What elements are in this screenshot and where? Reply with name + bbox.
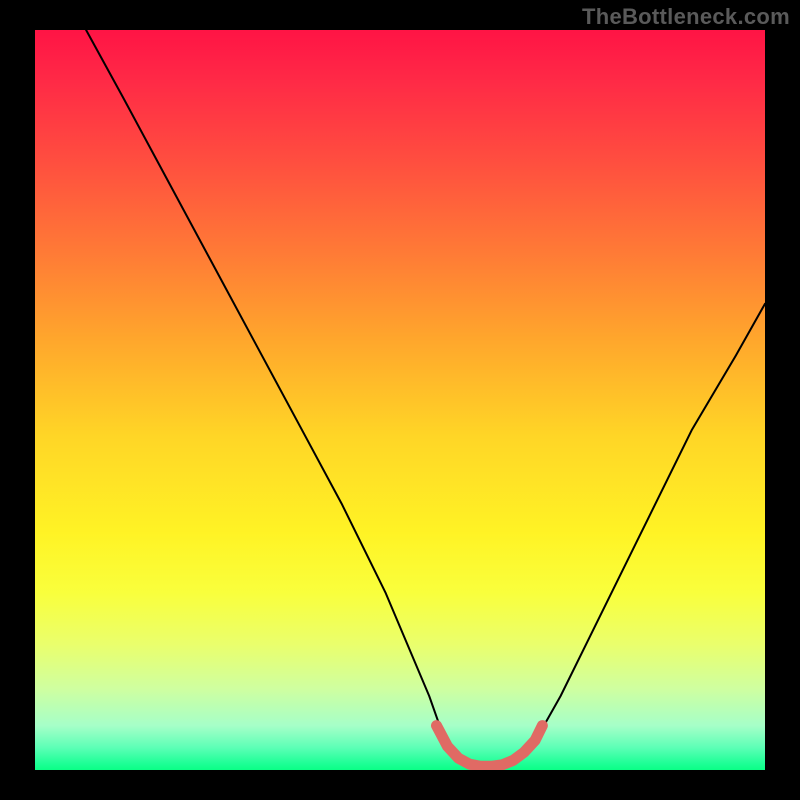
- watermark-text: TheBottleneck.com: [582, 4, 790, 30]
- bottleneck-valley-highlight: [437, 726, 543, 767]
- bottleneck-curve-right: [531, 304, 765, 748]
- plot-area: [35, 30, 765, 770]
- chart-frame: TheBottleneck.com: [0, 0, 800, 800]
- bottleneck-curve: [35, 30, 765, 770]
- bottleneck-curve-left: [86, 30, 447, 748]
